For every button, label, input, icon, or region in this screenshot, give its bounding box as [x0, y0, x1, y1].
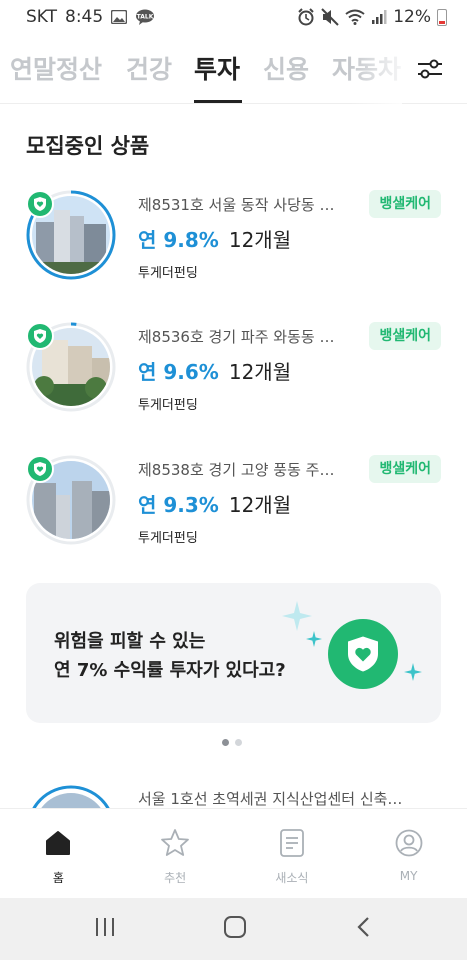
system-navigation-bar	[0, 898, 467, 960]
recent-apps-icon	[96, 918, 115, 936]
care-shield-icon	[26, 322, 54, 350]
pager-dot[interactable]	[222, 739, 229, 746]
care-badge: 뱅샐케어	[369, 322, 441, 350]
product-title: 서울 1호선 초역세권 지식산업센터 신축…	[138, 790, 403, 808]
nav-news[interactable]: 새소식	[234, 809, 351, 898]
product-term: 12개월	[228, 228, 292, 252]
product-term: 12개월	[228, 493, 292, 517]
product-rate: 연 9.6%	[138, 360, 219, 384]
profile-icon	[395, 829, 423, 857]
sparkle-icon	[282, 601, 312, 631]
care-shield-icon	[26, 190, 54, 218]
tab-health[interactable]: 건강	[126, 50, 172, 86]
tab-year-end-tax[interactable]: 연말정산	[10, 50, 102, 86]
svg-text:TALK: TALK	[137, 14, 154, 21]
shield-heart-icon	[328, 619, 398, 689]
sparkle-icon	[306, 631, 322, 647]
tab-investment[interactable]: 투자	[194, 50, 240, 86]
status-bar: SKT 8:45 TALK 12%	[0, 0, 467, 34]
sliders-icon	[418, 59, 442, 79]
tab-credit[interactable]: 신용	[263, 50, 309, 86]
star-icon	[161, 829, 190, 856]
banner-headline-line1: 위험을 피할 수 있는	[54, 631, 206, 652]
product-thumbnail	[26, 190, 116, 280]
filter-settings-button[interactable]	[412, 54, 448, 84]
clock: 8:45	[65, 7, 104, 27]
nav-my[interactable]: MY	[350, 809, 467, 898]
talk-icon: TALK	[135, 9, 155, 25]
care-badge: 뱅샐케어	[369, 455, 441, 483]
alarm-icon	[297, 8, 315, 26]
banner-pager	[222, 739, 242, 746]
nav-home[interactable]: 홈	[0, 809, 117, 898]
home-square-icon	[224, 916, 247, 938]
product-title: 제8538호 경기 고양 풍동 주…	[138, 461, 335, 479]
nav-news-label: 새소식	[275, 871, 309, 885]
product-provider: 투게더펀딩	[138, 398, 198, 413]
product-thumbnail	[26, 455, 116, 545]
funding-progress-ring	[31, 785, 111, 809]
category-tabs: 연말정산 건강 투자 신용 자동차	[0, 34, 467, 104]
product-rate: 연 9.3%	[138, 493, 219, 517]
mute-icon	[321, 8, 339, 26]
product-card[interactable]: 제8536호 경기 파주 와동동 … 뱅샐케어 연 9.6% 12개월 투게더펀…	[26, 322, 441, 422]
product-card[interactable]: 제8538호 경기 고양 풍동 주… 뱅샐케어 연 9.3% 12개월 투게더펀…	[26, 455, 441, 555]
news-icon	[279, 829, 304, 857]
product-thumbnail	[26, 322, 116, 412]
back-chevron-icon	[357, 917, 369, 937]
nav-home-label: 홈	[52, 871, 64, 885]
battery-icon	[437, 8, 447, 26]
home-button[interactable]	[223, 915, 247, 943]
sparkle-icon	[404, 663, 422, 681]
home-icon	[46, 831, 71, 855]
product-term: 12개월	[228, 360, 292, 384]
carrier-label: SKT	[26, 7, 58, 27]
gallery-icon	[111, 10, 128, 24]
nav-recommend[interactable]: 추천	[117, 809, 234, 898]
active-tab-indicator	[194, 100, 242, 103]
recent-apps-button[interactable]	[93, 916, 117, 942]
signal-icon	[371, 9, 387, 25]
care-badge: 뱅샐케어	[369, 190, 441, 218]
promo-banner[interactable]: 위험을 피할 수 있는 연 7% 수익률 투자가 있다고?	[26, 583, 441, 723]
pager-dot[interactable]	[235, 739, 242, 746]
product-title: 제8536호 경기 파주 와동동 …	[138, 328, 335, 346]
product-rate: 연 9.8%	[138, 228, 219, 252]
product-title: 제8531호 서울 동작 사당동 …	[138, 196, 335, 214]
nav-recommend-label: 추천	[164, 871, 187, 885]
banner-headline-line2: 연 7% 수익률 투자가 있다고?	[54, 660, 286, 681]
wifi-icon	[345, 9, 365, 25]
bottom-navigation: 홈 추천 새소식 MY	[0, 808, 467, 898]
section-title: 모집중인 상품	[26, 134, 150, 158]
care-shield-icon	[26, 455, 54, 483]
product-provider: 투게더펀딩	[138, 266, 198, 281]
battery-percent: 12%	[393, 7, 431, 27]
product-card[interactable]: 제8531호 서울 동작 사당동 … 뱅샐케어 연 9.8% 12개월 투게더펀…	[26, 190, 441, 290]
nav-my-label: MY	[399, 869, 418, 883]
product-card[interactable]: 서울 1호선 초역세권 지식산업센터 신축…	[26, 785, 441, 809]
back-button[interactable]	[354, 915, 374, 943]
product-provider: 투게더펀딩	[138, 531, 198, 546]
